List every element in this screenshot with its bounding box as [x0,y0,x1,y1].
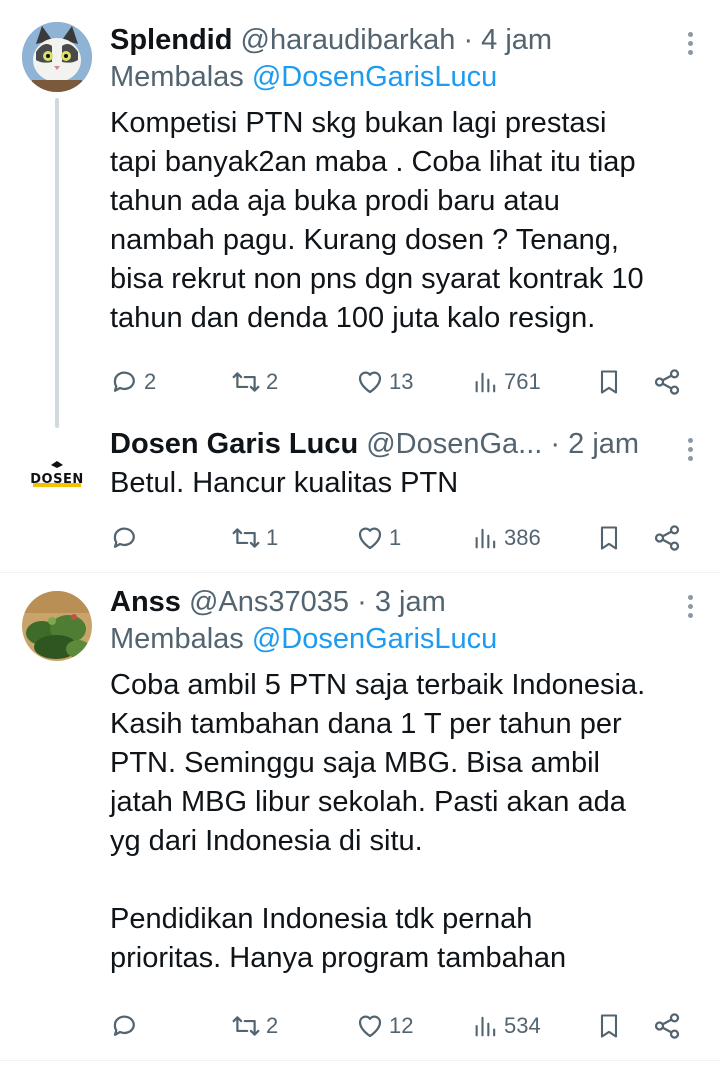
display-name[interactable]: Anss [110,586,181,618]
display-name[interactable]: Dosen Garis Lucu [110,428,358,460]
share-button[interactable] [652,1008,682,1044]
reply-mention-link[interactable]: @DosenGarisLucu [252,623,497,655]
avatar-logo-text: DOSEN [30,472,84,487]
reply-context: Membalas @DosenGarisLucu [110,620,700,658]
retweet-button[interactable]: 2 [230,1008,278,1044]
like-button[interactable]: 1 [355,520,401,556]
avatar[interactable]: DOSEN [22,438,92,508]
view-count: 386 [504,525,541,550]
share-button[interactable] [652,520,682,556]
views-button[interactable]: 534 [472,1008,541,1044]
retweet-count: 1 [266,525,279,550]
share-icon [654,369,680,395]
handle[interactable]: @haraudibarkah [241,24,456,56]
share-icon [654,1013,680,1039]
share-icon [654,525,680,551]
reply-icon [113,527,135,548]
action-bar: 2 12 534 [110,1008,690,1044]
bookmark-button[interactable] [595,520,623,556]
divider [0,572,720,573]
avatar[interactable] [22,591,92,661]
handle[interactable]: @DosenGa... [366,428,542,460]
reply-count: 2 [144,369,157,394]
handle[interactable]: @Ans37035 [189,586,349,618]
action-bar: 1 1 386 [110,520,690,556]
retweet-icon [232,528,260,548]
tweet-header: Splendid @haraudibarkah · 4 jam [110,22,700,58]
retweet-button[interactable]: 2 [230,364,278,400]
reply-button[interactable] [110,1008,144,1044]
more-options-icon[interactable] [688,32,694,58]
display-name[interactable]: Splendid [110,24,232,56]
retweet-icon [232,372,260,392]
like-button[interactable]: 12 [355,1008,413,1044]
bookmark-button[interactable] [595,364,623,400]
reply-mention-link[interactable]: @DosenGarisLucu [252,61,497,93]
tweet-header: Dosen Garis Lucu @DosenGa... · 2 jam [110,426,700,462]
reply-context: Membalas @DosenGarisLucu [110,58,700,96]
action-bar: 2 2 13 761 [110,364,690,400]
divider [0,1060,720,1061]
avatar[interactable] [22,22,92,92]
reply-label: Membalas [110,61,252,93]
timestamp[interactable]: · 4 jam [463,24,552,56]
bookmark-button[interactable] [595,1008,623,1044]
tweet-text: Betul. Hancur kualitas PTN [110,467,459,499]
thread-line [55,98,59,428]
retweet-icon [232,1016,260,1036]
view-count: 534 [504,1013,541,1038]
timestamp[interactable]: · 3 jam [357,586,446,618]
tweet-header: Anss @Ans37035 · 3 jam [110,584,700,620]
reply-icon [113,1015,135,1036]
views-button[interactable]: 386 [472,520,541,556]
tweet-text: Coba ambil 5 PTN saja terbaik Indonesia.… [110,669,646,974]
heart-icon [358,1015,382,1038]
views-icon [475,528,496,549]
heart-icon [358,527,382,550]
like-button[interactable]: 13 [355,364,413,400]
view-count: 761 [504,369,541,394]
heart-icon [358,371,382,394]
bookmark-icon [600,526,618,550]
like-count: 12 [389,1013,414,1038]
bookmark-icon [600,370,618,394]
views-button[interactable]: 761 [472,364,541,400]
bookmark-icon [600,1014,618,1038]
views-icon [475,1016,496,1037]
more-options-icon[interactable] [688,595,694,621]
retweet-count: 2 [266,1013,279,1038]
tweet-text: Kompetisi PTN skg bukan lagi prestasi ta… [110,107,644,334]
like-count: 1 [389,525,402,550]
retweet-button[interactable]: 1 [230,520,278,556]
plant-avatar-icon [22,591,92,661]
reply-button[interactable]: 2 [110,364,156,400]
reply-icon [113,371,135,392]
reply-label: Membalas [110,623,252,655]
more-options-icon[interactable] [688,438,694,464]
timestamp[interactable]: · 2 jam [550,428,639,460]
views-icon [475,372,496,393]
reply-button[interactable] [110,520,144,556]
like-count: 13 [389,369,414,394]
retweet-count: 2 [266,369,279,394]
share-button[interactable] [652,364,682,400]
cat-avatar-icon [22,22,92,92]
